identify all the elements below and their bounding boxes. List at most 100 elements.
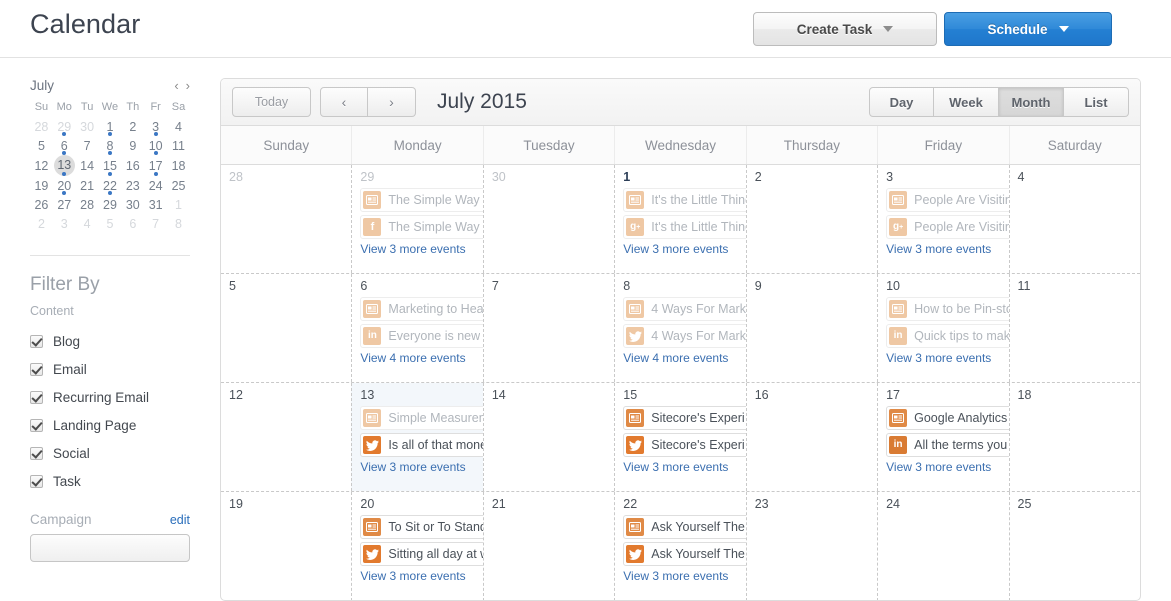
- filter-item-email[interactable]: Email: [30, 355, 220, 383]
- mini-calendar-day[interactable]: 21: [76, 176, 99, 195]
- filter-item-recurring-email[interactable]: Recurring Email: [30, 383, 220, 411]
- mini-calendar-day[interactable]: 11: [167, 136, 190, 155]
- calendar-event[interactable]: f The Simple Way: [360, 215, 483, 239]
- calendar-day-cell[interactable]: 7: [482, 274, 614, 382]
- calendar-day-cell[interactable]: 24: [877, 492, 1008, 600]
- view-more-events-link[interactable]: View 3 more events: [886, 242, 1004, 256]
- mini-calendar-day[interactable]: 1: [167, 195, 190, 214]
- calendar-day-cell[interactable]: 5: [221, 274, 351, 382]
- view-button-week[interactable]: Week: [934, 87, 999, 117]
- mini-calendar-day[interactable]: 16: [121, 155, 144, 176]
- view-button-list[interactable]: List: [1064, 87, 1129, 117]
- mini-calendar-day[interactable]: 8: [99, 136, 122, 155]
- view-more-events-link[interactable]: View 3 more events: [623, 569, 741, 583]
- chevron-right-icon[interactable]: ›: [186, 79, 190, 92]
- calendar-day-cell[interactable]: 16: [745, 383, 877, 491]
- mini-calendar-day[interactable]: 8: [167, 214, 190, 233]
- calendar-day-cell[interactable]: 13 Simple Measurem Is all of that mone Vi…: [351, 383, 483, 491]
- view-more-events-link[interactable]: View 3 more events: [623, 460, 741, 474]
- view-more-events-link[interactable]: View 4 more events: [360, 351, 478, 365]
- filter-item-blog[interactable]: Blog: [30, 327, 220, 355]
- mini-calendar-day[interactable]: 9: [121, 136, 144, 155]
- mini-calendar-day[interactable]: 7: [144, 214, 167, 233]
- mini-calendar-day[interactable]: 24: [144, 176, 167, 195]
- mini-calendar-day[interactable]: 5: [30, 136, 53, 155]
- calendar-day-cell[interactable]: 2: [745, 165, 877, 273]
- checkbox-icon[interactable]: [30, 390, 43, 404]
- mini-calendar-day[interactable]: 13: [53, 155, 76, 176]
- calendar-event[interactable]: Ask Yourself The: [623, 515, 746, 539]
- mini-calendar-day[interactable]: 6: [121, 214, 144, 233]
- calendar-event[interactable]: g + People Are Visitin: [886, 215, 1009, 239]
- mini-calendar-day[interactable]: 2: [30, 214, 53, 233]
- calendar-day-cell[interactable]: 1 It's the Little Thing g + It's the Little…: [614, 165, 746, 273]
- mini-calendar-day[interactable]: 7: [76, 136, 99, 155]
- calendar-event[interactable]: Ask Yourself The: [623, 542, 746, 566]
- mini-calendar-day[interactable]: 4: [167, 117, 190, 136]
- filter-item-task[interactable]: Task: [30, 467, 220, 495]
- calendar-day-cell[interactable]: 18: [1008, 383, 1140, 491]
- calendar-day-cell[interactable]: 11: [1008, 274, 1140, 382]
- checkbox-icon[interactable]: [30, 474, 43, 488]
- view-more-events-link[interactable]: View 3 more events: [360, 569, 478, 583]
- create-task-button[interactable]: Create Task: [753, 12, 937, 46]
- calendar-event[interactable]: Sitting all day at w: [360, 542, 483, 566]
- view-button-day[interactable]: Day: [869, 87, 934, 117]
- mini-calendar-day[interactable]: 29: [99, 195, 122, 214]
- checkbox-icon[interactable]: [30, 418, 43, 432]
- view-more-events-link[interactable]: View 3 more events: [886, 460, 1004, 474]
- calendar-event[interactable]: To Sit or To Stand: [360, 515, 483, 539]
- calendar-event[interactable]: People Are Visitin: [886, 188, 1009, 212]
- mini-calendar-day[interactable]: 28: [30, 117, 53, 136]
- calendar-event[interactable]: Sitecore's Experi: [623, 406, 746, 430]
- filter-item-landing-page[interactable]: Landing Page: [30, 411, 220, 439]
- filter-item-social[interactable]: Social: [30, 439, 220, 467]
- calendar-event[interactable]: How to be Pin-sto: [886, 297, 1009, 321]
- next-period-button[interactable]: ›: [368, 87, 416, 117]
- calendar-event[interactable]: It's the Little Thing: [623, 188, 746, 212]
- calendar-event[interactable]: 4 Ways For Mark: [623, 324, 746, 348]
- calendar-day-cell[interactable]: 6 Marketing to Hea in Everyone is new View …: [351, 274, 483, 382]
- calendar-event[interactable]: 4 Ways For Mark: [623, 297, 746, 321]
- view-more-events-link[interactable]: View 4 more events: [623, 351, 741, 365]
- mini-calendar-day[interactable]: 12: [30, 155, 53, 176]
- calendar-day-cell[interactable]: 25: [1008, 492, 1140, 600]
- calendar-day-cell[interactable]: 9: [745, 274, 877, 382]
- mini-calendar-day[interactable]: 26: [30, 195, 53, 214]
- calendar-event[interactable]: in Quick tips to mak: [886, 324, 1009, 348]
- calendar-day-cell[interactable]: 28: [221, 165, 351, 273]
- today-button[interactable]: Today: [232, 87, 311, 117]
- mini-calendar-day[interactable]: 23: [121, 176, 144, 195]
- calendar-day-cell[interactable]: 14: [482, 383, 614, 491]
- calendar-day-cell[interactable]: 23: [745, 492, 877, 600]
- mini-calendar-day[interactable]: 5: [99, 214, 122, 233]
- calendar-day-cell[interactable]: 29 The Simple Way f The Simple Way View 3 m…: [351, 165, 483, 273]
- view-more-events-link[interactable]: View 3 more events: [360, 242, 478, 256]
- campaign-select[interactable]: [30, 534, 190, 562]
- calendar-event[interactable]: Is all of that mone: [360, 433, 483, 457]
- view-button-month[interactable]: Month: [999, 87, 1064, 117]
- calendar-day-cell[interactable]: 17 Google Analytics in All the terms you Vi…: [877, 383, 1009, 491]
- calendar-day-cell[interactable]: 10 How to be Pin-sto in Quick tips to mak V…: [877, 274, 1009, 382]
- calendar-day-cell[interactable]: 4: [1008, 165, 1140, 273]
- calendar-event[interactable]: in All the terms you: [886, 433, 1009, 457]
- mini-calendar-day[interactable]: 31: [144, 195, 167, 214]
- calendar-event[interactable]: Marketing to Hea: [360, 297, 483, 321]
- view-more-events-link[interactable]: View 3 more events: [886, 351, 1004, 365]
- calendar-day-cell[interactable]: 19: [221, 492, 351, 600]
- view-more-events-link[interactable]: View 3 more events: [623, 242, 741, 256]
- calendar-day-cell[interactable]: 21: [482, 492, 614, 600]
- mini-calendar-day[interactable]: 3: [144, 117, 167, 136]
- mini-calendar-day[interactable]: 28: [76, 195, 99, 214]
- checkbox-icon[interactable]: [30, 446, 43, 460]
- chevron-left-icon[interactable]: ‹: [174, 79, 178, 92]
- calendar-day-cell[interactable]: 22 Ask Yourself The Ask Yourself The View…: [614, 492, 746, 600]
- checkbox-icon[interactable]: [30, 362, 43, 376]
- mini-calendar-day[interactable]: 25: [167, 176, 190, 195]
- schedule-button[interactable]: Schedule: [944, 12, 1112, 46]
- checkbox-icon[interactable]: [30, 334, 43, 348]
- calendar-day-cell[interactable]: 3 People Are Visitin g + People Are Visitin…: [877, 165, 1009, 273]
- calendar-day-cell[interactable]: 15 Sitecore's Experi Sitecore's Experi Vi…: [614, 383, 746, 491]
- mini-calendar-day[interactable]: 17: [144, 155, 167, 176]
- mini-calendar-day[interactable]: 19: [30, 176, 53, 195]
